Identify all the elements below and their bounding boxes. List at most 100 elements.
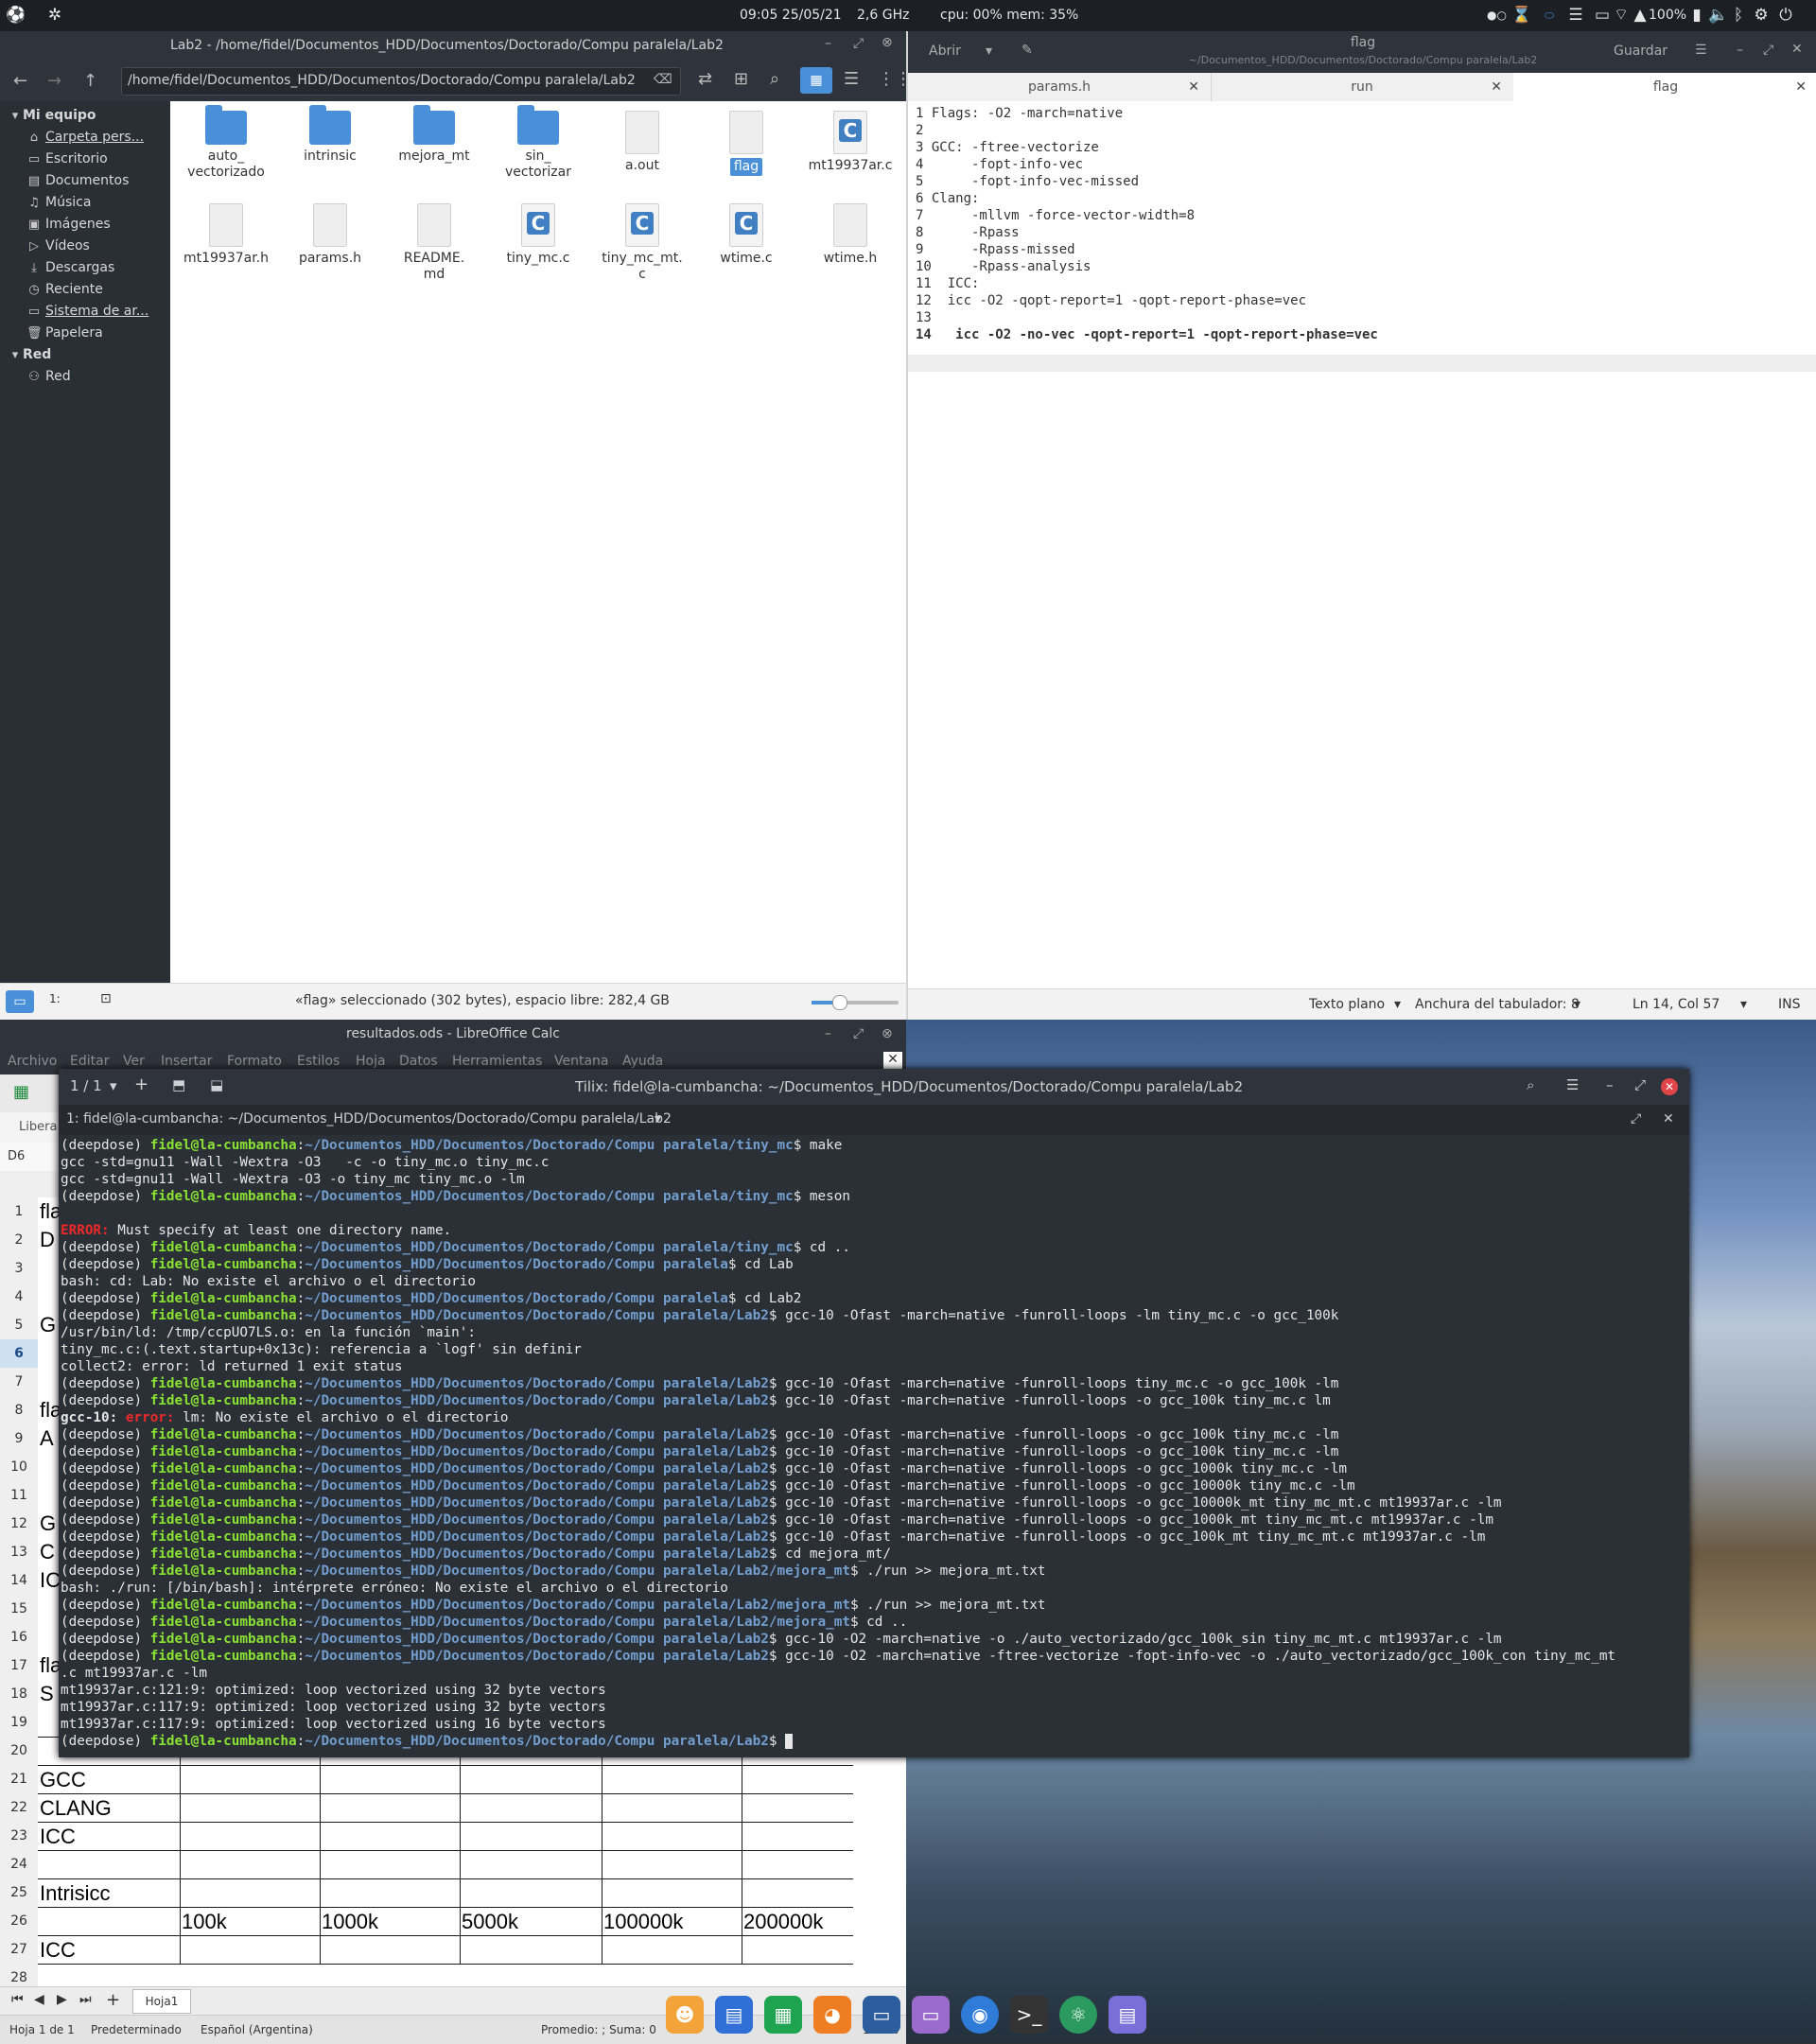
cell-a22[interactable]: CLANG <box>40 1796 112 1821</box>
cell-a23[interactable]: ICC <box>40 1825 76 1849</box>
hamburger-menu-icon[interactable]: ☰ <box>1695 43 1707 58</box>
row-header[interactable]: 25 <box>0 1878 38 1908</box>
row-header[interactable]: 7 <box>0 1368 38 1397</box>
lock-icon[interactable]: ▲ <box>1631 6 1650 25</box>
editor-line[interactable]: 7 -mllvm -force-vector-width=8 <box>916 207 1195 224</box>
sidebar-item-home[interactable]: ⌂ Carpeta pers... <box>0 127 170 148</box>
editor-line[interactable]: 6 Clang: <box>916 190 979 207</box>
session-dropdown-icon[interactable]: ▾ <box>110 1077 117 1094</box>
cell-partial[interactable]: C <box>40 1540 55 1564</box>
cell-a21[interactable]: GCC <box>40 1768 86 1792</box>
up-icon[interactable]: ↑ <box>83 71 97 91</box>
status-page-style[interactable]: Predeterminado <box>91 2023 182 2036</box>
editor-line[interactable]: 4 -fopt-info-vec <box>916 156 1083 173</box>
file-item[interactable]: mt19937ar.h <box>180 203 272 267</box>
cell-partial[interactable]: G <box>40 1313 56 1337</box>
file-item[interactable]: auto_ vectorizado <box>180 105 272 181</box>
search-icon[interactable]: ⌕ <box>770 69 779 89</box>
maximize-icon[interactable]: ⤢ <box>1763 43 1773 58</box>
intel-icon[interactable]: ⬭ <box>1540 6 1559 25</box>
file-item[interactable]: README. md <box>388 203 480 283</box>
forward-icon[interactable]: → <box>47 71 61 91</box>
tab-width-selector[interactable]: Anchura del tabulador: 8 <box>1415 997 1580 1012</box>
editor-headerbar[interactable]: Abrir ▾ ✎ flag ~/Documentos_HDD/Document… <box>908 31 1816 73</box>
file-item[interactable]: mejora_mt <box>388 105 480 165</box>
row-header[interactable]: 20 <box>0 1737 38 1766</box>
language-dropdown-icon[interactable]: ▾ <box>1394 997 1401 1012</box>
sidebar-item-recent[interactable]: ◷ Reciente <box>0 279 170 301</box>
list-icon[interactable]: ☰ <box>1566 6 1585 25</box>
bluetooth-icon[interactable]: ᛒ <box>1729 6 1748 25</box>
editor-text-area[interactable]: 1 Flags: -O2 -march=native 2 3 GCC: -ftree… <box>908 101 1816 988</box>
hourglass-icon[interactable]: ⌛ <box>1511 6 1531 25</box>
row-header[interactable]: 14 <box>0 1566 38 1596</box>
refresh-icon[interactable]: ⇄ <box>698 69 712 89</box>
folder-icon[interactable]: ▭ <box>1593 6 1612 25</box>
file-item[interactable]: a.out <box>596 111 689 174</box>
terminal-icon[interactable]: >_ <box>1010 1996 1048 2034</box>
wifi-icon[interactable]: ⌔ <box>1612 6 1631 25</box>
file-item[interactable]: Ctiny_mc_mt. c <box>596 203 689 283</box>
close-icon[interactable]: ✕ <box>1791 42 1803 57</box>
toggle-icon[interactable]: ●○ <box>1487 6 1507 25</box>
editor-line[interactable]: 3 GCC: -ftree-vectorize <box>916 139 1099 156</box>
maximize-icon[interactable]: ⤢ <box>1634 1076 1646 1093</box>
zoom-slider[interactable] <box>812 995 899 1010</box>
editor-line[interactable]: 8 -Rpass <box>916 224 1020 241</box>
cell-partial[interactable]: D <box>40 1228 55 1252</box>
sidebar-item-filesystem[interactable]: ▭ Sistema de ar... <box>0 301 170 323</box>
row-header[interactable]: 24 <box>0 1850 38 1879</box>
editor-line[interactable]: 1 Flags: -O2 -march=native <box>916 105 1123 122</box>
cell-f26[interactable]: 200000k <box>743 1910 823 1934</box>
icon-view-button[interactable]: ▦ <box>800 67 832 94</box>
maximize-terminal-icon[interactable]: ⤢ <box>1631 1111 1641 1127</box>
close-terminal-icon[interactable]: ✕ <box>1663 1111 1674 1127</box>
minimize-icon[interactable]: – <box>1606 1076 1614 1093</box>
file-item[interactable]: intrinsic <box>284 105 376 165</box>
row-header[interactable]: 13 <box>0 1538 38 1567</box>
cell-a25[interactable]: Intrisicc <box>40 1881 111 1906</box>
zoom-slider-handle[interactable] <box>832 995 847 1010</box>
cell-partial[interactable]: IC <box>40 1568 61 1593</box>
file-item[interactable]: wtime.h <box>804 203 897 267</box>
terminal-tab[interactable]: 1: fidel@la-cumbancha: ~/Documentos_HDD/… <box>59 1105 1689 1135</box>
minimize-icon[interactable]: – <box>1737 43 1743 58</box>
row-header[interactable]: 15 <box>0 1595 38 1624</box>
cursor-position[interactable]: Ln 14, Col 57 <box>1633 997 1720 1012</box>
editor-line[interactable]: 11 ICC: <box>916 275 979 292</box>
close-icon[interactable]: ⊗ <box>882 35 893 50</box>
places-button[interactable]: ▭ <box>6 990 34 1013</box>
search-icon[interactable]: ⌕ <box>1527 1076 1534 1093</box>
sidebar-item-videos[interactable]: ▷ Vídeos <box>0 236 170 257</box>
row-header[interactable]: 22 <box>0 1793 38 1823</box>
editor-line[interactable]: 5 -fopt-info-vec-missed <box>916 173 1139 190</box>
terminal-tab-label[interactable]: 1: fidel@la-cumbancha: ~/Documentos_HDD/… <box>66 1111 672 1127</box>
next-sheet-icon[interactable]: ▶ <box>57 1992 67 2007</box>
tab-flag[interactable]: flag ✕ <box>1513 73 1816 101</box>
row-header[interactable]: 3 <box>0 1254 38 1284</box>
row-header[interactable]: 8 <box>0 1396 38 1425</box>
location-path[interactable]: /home/fidel/Documentos_HDD/Documentos/Do… <box>128 73 636 88</box>
hide-sidebar-icon[interactable]: ⊡ <box>100 991 112 1006</box>
row-header[interactable]: 19 <box>0 1708 38 1738</box>
row-header[interactable]: 4 <box>0 1283 38 1312</box>
cell-c26[interactable]: 1000k <box>322 1910 378 1934</box>
last-sheet-icon[interactable]: ⏭ <box>79 1992 92 2007</box>
file-item[interactable]: Cwtime.c <box>700 203 793 267</box>
row-header[interactable]: 10 <box>0 1453 38 1482</box>
sidebar-item-images[interactable]: ▣ Imágenes <box>0 214 170 236</box>
row-header[interactable]: 26 <box>0 1907 38 1936</box>
chromium-icon[interactable]: ◉ <box>961 1996 999 2034</box>
tree-button[interactable]: 1: <box>49 992 61 1005</box>
cell-d26[interactable]: 5000k <box>462 1910 518 1934</box>
sheet-tab-hoja1[interactable]: Hoja1 <box>132 1989 191 2014</box>
clock[interactable]: 09:05 25/05/21 <box>740 8 842 23</box>
file-item[interactable]: params.h <box>284 203 376 267</box>
sidebar-heading-network[interactable]: ▾ Red <box>0 344 170 366</box>
sidebar-item-trash[interactable]: 🗑 Papelera <box>0 323 170 344</box>
file-manager-titlebar[interactable]: Lab2 - /home/fidel/Documentos_HDD/Docume… <box>0 31 906 60</box>
terminal-titlebar[interactable]: 1 / 1 ▾ + ⬒ ⬓ Tilix: fidel@la-cumbancha:… <box>59 1069 1689 1105</box>
position-dropdown-icon[interactable]: ▾ <box>1740 997 1747 1012</box>
battery-icon[interactable]: ▮ <box>1687 6 1706 25</box>
sidebar-item-network[interactable]: ⚇ Red <box>0 366 170 388</box>
